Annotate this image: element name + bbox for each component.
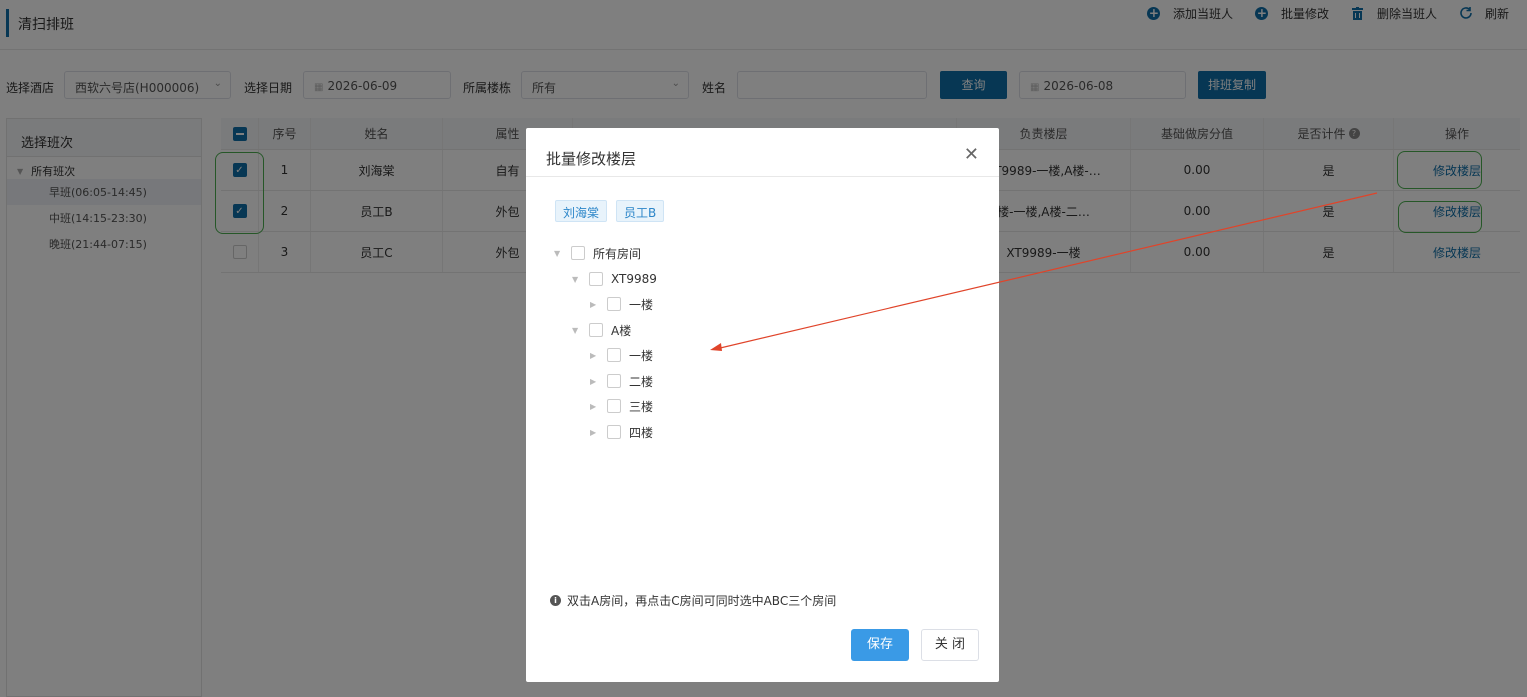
tree-checkbox[interactable]: [589, 272, 603, 286]
selected-staff-tag: 员工B: [616, 200, 665, 222]
caret-right-icon[interactable]: ▶: [590, 377, 598, 386]
tree-node-floor[interactable]: ▶ 四楼: [590, 424, 653, 440]
close-icon[interactable]: ✕: [964, 144, 979, 165]
tree-checkbox[interactable]: [607, 425, 621, 439]
tree-node-floor[interactable]: ▶ 三楼: [590, 398, 653, 414]
caret-right-icon[interactable]: ▶: [590, 300, 598, 309]
caret-down-icon[interactable]: ▼: [572, 326, 580, 335]
tree-node-building[interactable]: ▼ XT9989: [572, 271, 657, 287]
caret-right-icon[interactable]: ▶: [590, 351, 598, 360]
tree-node-floor[interactable]: ▶ 二楼: [590, 373, 653, 389]
modal-header: 批量修改楼层 ✕: [526, 128, 999, 177]
tree-node-all-rooms[interactable]: ▼ 所有房间: [554, 245, 641, 261]
selection-hint: i 双击A房间，再点击C房间可同时选中ABC三个房间: [550, 592, 836, 609]
tree-checkbox[interactable]: [607, 348, 621, 362]
batch-floor-modal: 批量修改楼层 ✕ 刘海棠 员工B ▼ 所有房间 ▼ XT9989 ▶ 一楼 ▼ …: [526, 128, 999, 682]
tree-checkbox[interactable]: [571, 246, 585, 260]
tree-checkbox[interactable]: [607, 297, 621, 311]
tree-node-floor[interactable]: ▶ 一楼: [590, 347, 653, 363]
close-button[interactable]: 关 闭: [921, 629, 979, 661]
tree-checkbox[interactable]: [589, 323, 603, 337]
caret-right-icon[interactable]: ▶: [590, 428, 598, 437]
save-button[interactable]: 保存: [851, 629, 909, 661]
info-icon: i: [550, 595, 561, 606]
modal-title: 批量修改楼层: [546, 150, 637, 168]
tree-node-floor[interactable]: ▶ 一楼: [590, 296, 653, 312]
caret-right-icon[interactable]: ▶: [590, 402, 598, 411]
selected-staff-tag: 刘海棠: [555, 200, 608, 222]
tree-checkbox[interactable]: [607, 399, 621, 413]
tree-node-building[interactable]: ▼ A楼: [572, 322, 631, 338]
caret-down-icon[interactable]: ▼: [572, 275, 580, 284]
caret-down-icon[interactable]: ▼: [554, 249, 562, 258]
tree-checkbox[interactable]: [607, 374, 621, 388]
